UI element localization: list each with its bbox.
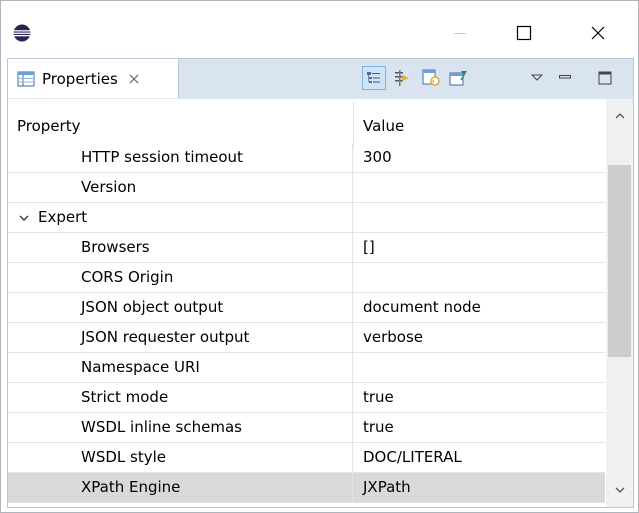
property-value-cell[interactable]: true xyxy=(354,383,605,412)
view-menu-icon xyxy=(530,74,544,81)
maximize-view-button[interactable] xyxy=(593,66,617,90)
column-divider[interactable] xyxy=(353,101,354,149)
property-row[interactable]: Namespace URI xyxy=(8,353,605,383)
properties-window: Properties Property Value HTTP session t… xyxy=(0,0,639,513)
property-name: JSON requester output xyxy=(81,328,250,346)
chevron-down-icon xyxy=(615,487,624,493)
property-name-cell[interactable]: Expert xyxy=(8,203,353,232)
property-row[interactable]: Version xyxy=(8,173,605,203)
property-column-header[interactable]: Property xyxy=(17,117,80,135)
minimize-window-button[interactable] xyxy=(437,11,483,55)
close-icon xyxy=(591,26,605,40)
property-name: XPath Engine xyxy=(81,478,181,496)
property-value-cell[interactable]: 300 xyxy=(354,143,605,172)
property-name: Namespace URI xyxy=(81,358,200,376)
tab-properties[interactable]: Properties xyxy=(7,58,179,98)
minimize-view-icon xyxy=(559,75,571,79)
property-name-cell[interactable]: Strict mode xyxy=(8,383,353,412)
property-name-cell[interactable]: JSON requester output xyxy=(8,323,353,352)
property-value-cell[interactable] xyxy=(354,353,605,382)
value-column-header[interactable]: Value xyxy=(363,117,404,135)
property-name: Version xyxy=(81,178,137,196)
property-name-cell[interactable]: WSDL inline schemas xyxy=(8,413,353,442)
property-value-cell[interactable] xyxy=(354,203,605,232)
property-row[interactable]: Strict mode true xyxy=(8,383,605,413)
close-window-button[interactable] xyxy=(575,11,621,55)
show-categories-button[interactable] xyxy=(362,66,386,90)
property-value-cell[interactable]: verbose xyxy=(354,323,605,352)
properties-view-icon xyxy=(17,71,35,86)
scroll-up-button[interactable] xyxy=(606,105,633,127)
property-name: CORS Origin xyxy=(81,268,174,286)
property-row[interactable]: HTTP session timeout 300 xyxy=(8,143,605,173)
property-value-cell[interactable]: JXPath xyxy=(354,473,605,502)
property-row[interactable]: JSON object output document node xyxy=(8,293,605,323)
property-row[interactable]: WSDL style DOC/LITERAL xyxy=(8,443,605,473)
tab-label: Properties xyxy=(42,69,118,88)
scroll-down-button[interactable] xyxy=(606,479,633,501)
show-advanced-icon xyxy=(395,70,409,86)
property-name-cell[interactable]: Namespace URI xyxy=(8,353,353,382)
property-value-cell[interactable] xyxy=(354,173,605,202)
property-value-cell[interactable]: DOC/LITERAL xyxy=(354,443,605,472)
property-value-cell[interactable]: [] xyxy=(354,233,605,262)
view-menu-button[interactable] xyxy=(525,66,549,90)
vertical-scrollbar[interactable] xyxy=(606,99,633,507)
title-bar[interactable] xyxy=(1,1,638,53)
maximize-icon xyxy=(516,25,532,41)
property-name-cell[interactable]: XPath Engine xyxy=(8,473,353,502)
property-name: HTTP session timeout xyxy=(81,148,243,166)
restore-default-value-button[interactable] xyxy=(419,66,443,90)
pin-icon xyxy=(449,71,467,86)
property-row[interactable]: XPath Engine JXPath xyxy=(8,473,605,503)
property-name-cell[interactable]: WSDL style xyxy=(8,443,353,472)
close-tab-icon[interactable] xyxy=(128,73,140,85)
property-name-cell[interactable]: JSON object output xyxy=(8,293,353,322)
property-name: Strict mode xyxy=(81,388,169,406)
property-row[interactable]: JSON requester output verbose xyxy=(8,323,605,353)
property-row[interactable]: CORS Origin xyxy=(8,263,605,293)
restore-defaults-icon xyxy=(422,69,440,86)
maximize-window-button[interactable] xyxy=(501,11,547,55)
property-row[interactable]: Browsers [] xyxy=(8,233,605,263)
scroll-thumb[interactable] xyxy=(608,165,631,357)
property-name-cell[interactable]: CORS Origin xyxy=(8,263,353,292)
property-name: WSDL inline schemas xyxy=(81,418,242,436)
property-name: WSDL style xyxy=(81,448,166,466)
property-value-cell[interactable] xyxy=(354,263,605,292)
property-sheet: Property Value HTTP session timeout 300 Ve… xyxy=(7,98,634,508)
chevron-up-icon xyxy=(615,113,624,119)
eclipse-app-icon xyxy=(13,24,31,42)
property-name-cell[interactable]: HTTP session timeout xyxy=(8,143,353,172)
view-tab-bar: Properties xyxy=(7,58,634,98)
minimize-view-button[interactable] xyxy=(553,66,577,90)
property-name: Browsers xyxy=(81,238,150,256)
property-name: JSON object output xyxy=(81,298,224,316)
minimize-icon xyxy=(454,33,466,34)
show-advanced-properties-button[interactable] xyxy=(391,66,415,90)
property-value-cell[interactable]: true xyxy=(354,413,605,442)
property-name: Expert xyxy=(38,208,88,226)
property-name-cell[interactable]: Browsers xyxy=(8,233,353,262)
maximize-view-icon xyxy=(598,71,612,85)
show-categories-icon xyxy=(367,72,380,83)
property-value-cell[interactable]: document node xyxy=(354,293,605,322)
pin-to-selection-button[interactable] xyxy=(447,66,471,90)
property-row[interactable]: WSDL inline schemas true xyxy=(8,413,605,443)
category-row[interactable]: Expert xyxy=(8,203,605,233)
property-name-cell[interactable]: Version xyxy=(8,173,353,202)
chevron-down-icon[interactable] xyxy=(18,212,30,224)
